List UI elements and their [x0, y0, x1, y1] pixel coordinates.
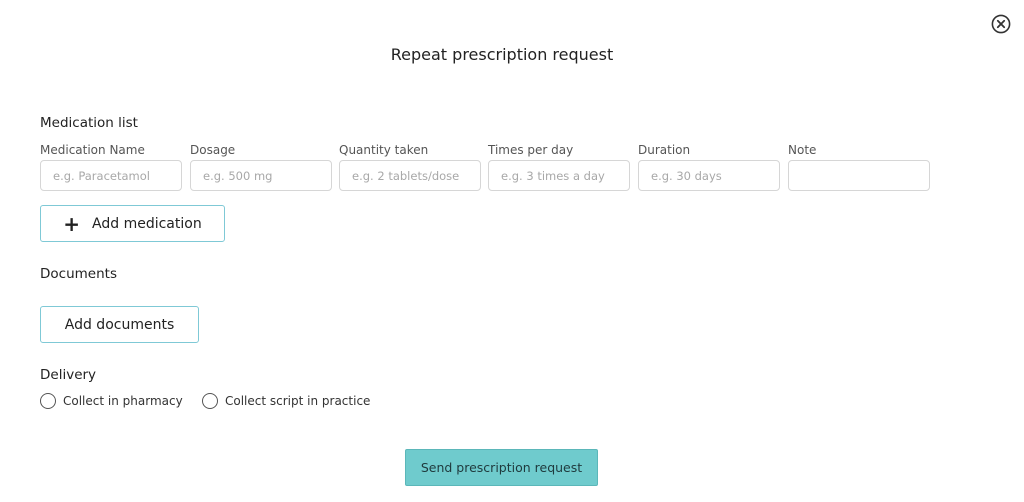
- quantity-taken-input[interactable]: [339, 160, 481, 191]
- documents-section-label: Documents: [40, 266, 117, 282]
- times-per-day-input[interactable]: [488, 160, 630, 191]
- medication-section-label: Medication list: [40, 115, 138, 131]
- note-label: Note: [788, 143, 817, 157]
- close-circle-icon: [991, 14, 1011, 34]
- delivery-section-label: Delivery: [40, 367, 97, 383]
- duration-input[interactable]: [638, 160, 780, 191]
- plus-icon: +: [63, 211, 81, 236]
- note-input[interactable]: [788, 160, 930, 191]
- collect-script-in-practice-option[interactable]: Collect script in practice: [202, 393, 370, 409]
- quantity-taken-label: Quantity taken: [339, 143, 429, 157]
- times-per-day-label: Times per day: [488, 143, 574, 157]
- send-prescription-request-button[interactable]: Send prescription request: [405, 449, 598, 486]
- collect-script-in-practice-label: Collect script in practice: [225, 394, 371, 408]
- dosage-input[interactable]: [190, 160, 332, 191]
- collect-in-pharmacy-label: Collect in pharmacy: [63, 394, 183, 408]
- dialog-title: Repeat prescription request: [390, 45, 614, 64]
- close-button[interactable]: [991, 14, 1011, 34]
- add-documents-label: Add documents: [64, 316, 175, 333]
- radio-button[interactable]: [202, 393, 218, 409]
- add-medication-label: Add medication: [92, 215, 202, 232]
- add-documents-button[interactable]: Add documents: [40, 306, 199, 343]
- dosage-label: Dosage: [190, 143, 236, 157]
- medication-name-label: Medication Name: [40, 143, 145, 157]
- medication-name-input[interactable]: [40, 160, 182, 191]
- duration-label: Duration: [638, 143, 691, 157]
- radio-button[interactable]: [40, 393, 56, 409]
- add-medication-button[interactable]: + Add medication: [40, 205, 225, 242]
- collect-in-pharmacy-option[interactable]: Collect in pharmacy: [40, 393, 183, 409]
